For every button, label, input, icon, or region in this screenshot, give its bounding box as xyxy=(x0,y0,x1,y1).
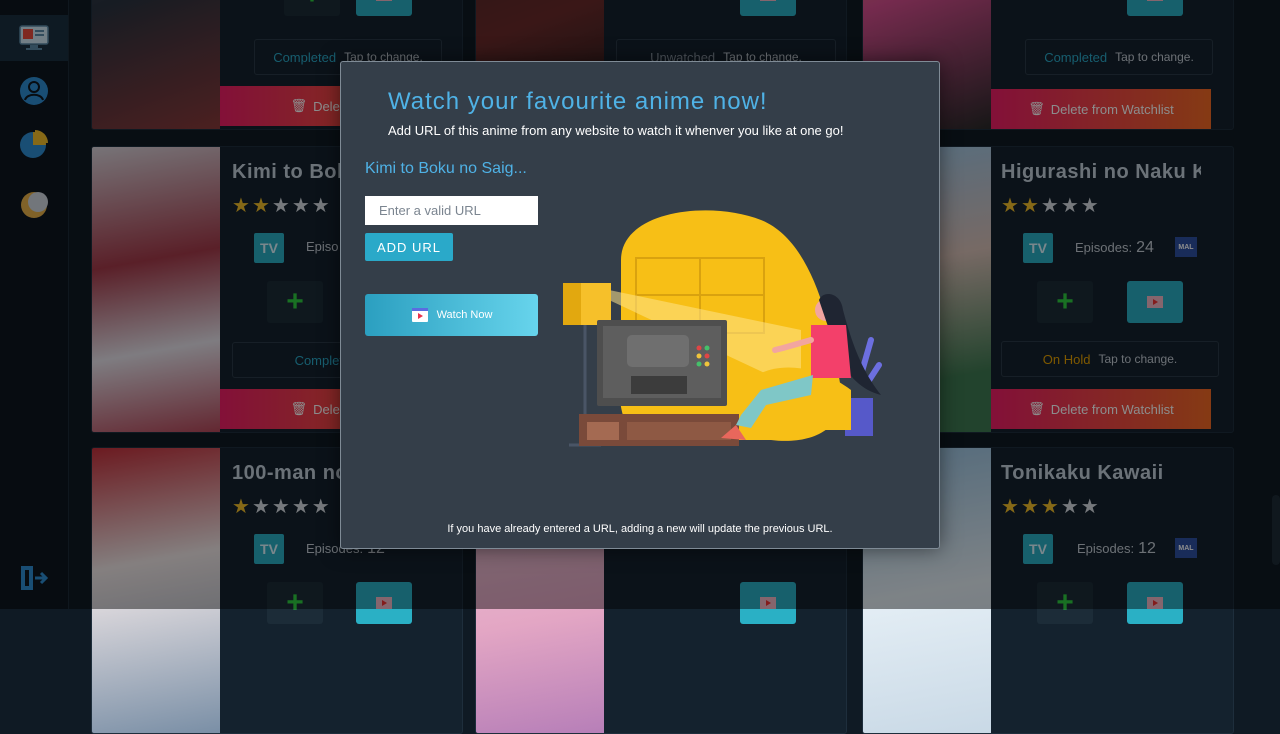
anime-name: Kimi to Boku no Saig... xyxy=(365,160,527,177)
watch-now-label: Watch Now xyxy=(436,309,493,321)
modal-footnote: If you have already entered a URL, addin… xyxy=(447,523,833,535)
watch-now-button[interactable]: Watch Now xyxy=(365,294,538,336)
modal-subtitle: Add URL of this anime from any website t… xyxy=(388,123,844,138)
url-input[interactable] xyxy=(365,196,538,225)
modal-title: Watch your favourite anime now! xyxy=(388,88,768,115)
video-play-icon xyxy=(411,308,428,322)
watch-url-modal: Watch your favourite anime now! Add URL … xyxy=(340,61,940,549)
person-watching-tv-illustration xyxy=(563,210,882,447)
add-url-button[interactable]: ADD URL xyxy=(365,233,453,261)
